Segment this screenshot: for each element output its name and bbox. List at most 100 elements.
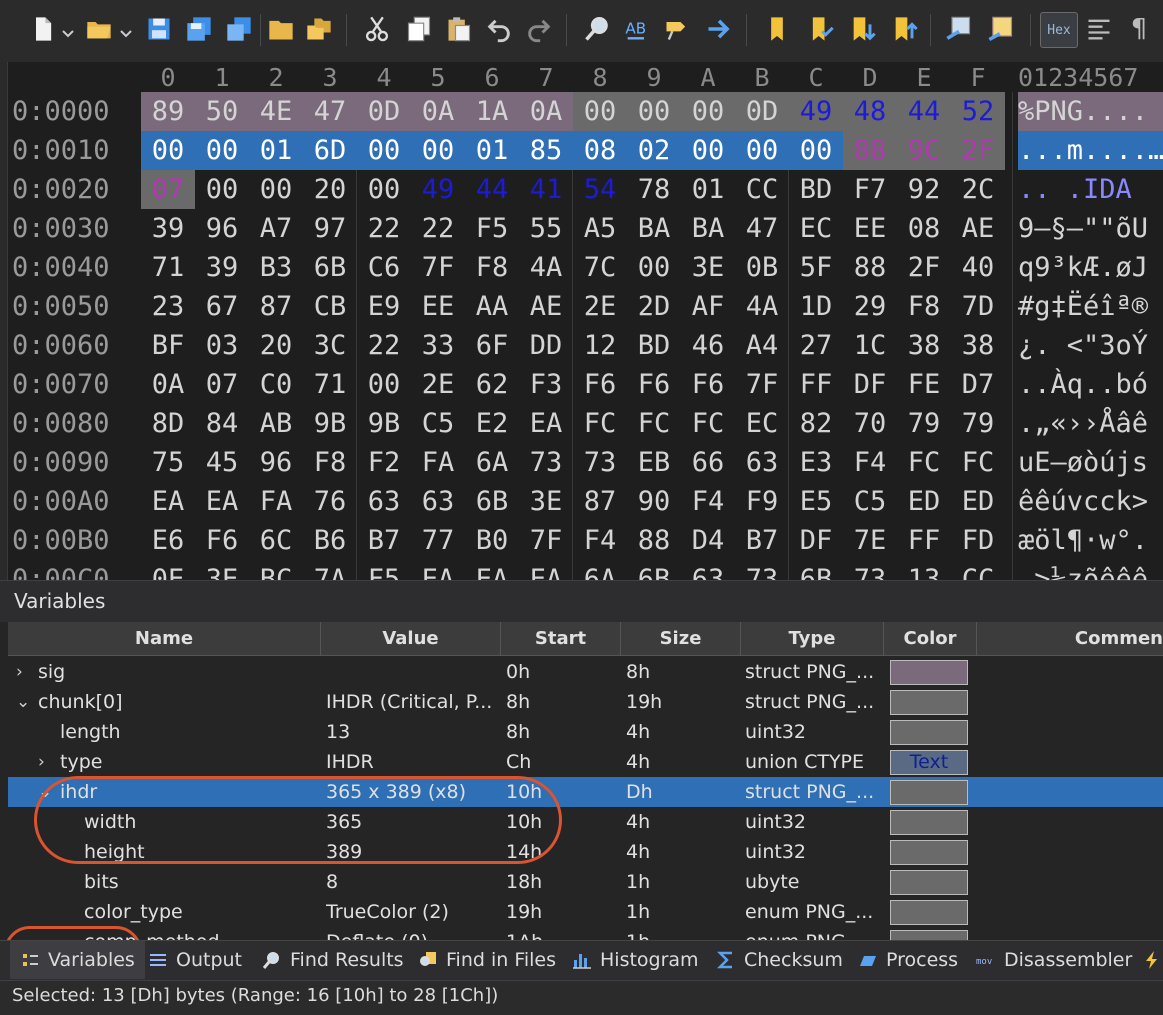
hex-byte[interactable]: E3 <box>789 443 843 482</box>
hex-byte[interactable]: 07 <box>141 170 195 209</box>
hex-byte[interactable]: 1A <box>465 92 519 131</box>
hex-byte[interactable]: 41 <box>519 170 573 209</box>
hex-byte[interactable]: 54 <box>573 170 627 209</box>
hex-byte[interactable]: 0D <box>357 92 411 131</box>
ascii-text[interactable]: æöl¶·w°. <box>1018 521 1163 560</box>
hex-byte[interactable]: 27 <box>789 326 843 365</box>
hex-byte[interactable]: A7 <box>249 209 303 248</box>
hex-byte[interactable]: 00 <box>357 131 411 170</box>
hex-byte[interactable]: 76 <box>303 482 357 521</box>
hex-byte[interactable]: 2C <box>951 170 1005 209</box>
hex-byte[interactable]: F5 <box>465 209 519 248</box>
hex-byte[interactable]: 7A <box>303 560 357 580</box>
hex-byte[interactable]: F6 <box>681 365 735 404</box>
hex-byte[interactable]: 01 <box>249 131 303 170</box>
hex-byte[interactable]: 45 <box>195 443 249 482</box>
hex-byte[interactable]: CC <box>735 170 789 209</box>
hex-byte[interactable]: 6A <box>573 560 627 580</box>
hex-byte[interactable]: 0A <box>519 92 573 131</box>
hex-byte[interactable]: 00 <box>735 131 789 170</box>
folder-icon[interactable] <box>264 12 298 46</box>
ascii-text[interactable]: 9–§—""õU <box>1018 209 1163 248</box>
hex-byte[interactable]: BD <box>789 170 843 209</box>
column-type[interactable]: Type <box>741 622 884 656</box>
tab-checksum[interactable]: Checksum <box>716 941 843 979</box>
tab-process[interactable]: Process <box>858 941 958 979</box>
hex-byte[interactable]: 73 <box>735 560 789 580</box>
color-swatch[interactable] <box>890 690 968 715</box>
chevron-right-icon[interactable]: › <box>38 747 45 777</box>
find-icon[interactable] <box>580 12 614 46</box>
ascii-text[interactable]: q9³kÆ.øJ <box>1018 248 1163 287</box>
hex-byte[interactable]: C5 <box>411 404 465 443</box>
ascii-text[interactable]: .>¼zõêêê <box>1018 560 1163 580</box>
variable-row-bits[interactable]: bits 8 18h 1h ubyte <box>8 867 1163 897</box>
hex-byte[interactable]: 6B <box>789 560 843 580</box>
hex-byte[interactable]: D4 <box>681 521 735 560</box>
hex-byte[interactable]: 79 <box>951 404 1005 443</box>
hex-byte[interactable]: DD <box>519 326 573 365</box>
column-comment[interactable]: Commen <box>977 622 1163 656</box>
hex-byte[interactable]: ED <box>951 482 1005 521</box>
hex-byte[interactable]: 08 <box>897 209 951 248</box>
hex-byte[interactable]: 92 <box>897 170 951 209</box>
ascii-text[interactable]: #g‡Ëéîª® <box>1018 287 1163 326</box>
hex-byte[interactable]: C0 <box>249 365 303 404</box>
hex-byte[interactable]: 77 <box>411 521 465 560</box>
tab-variables[interactable]: Variables <box>10 941 145 979</box>
color-swatch[interactable]: Text <box>890 750 968 775</box>
hex-byte[interactable]: 1D <box>789 287 843 326</box>
run-template-icon[interactable] <box>942 12 976 46</box>
hex-byte[interactable]: 00 <box>573 92 627 131</box>
tab-disassembler[interactable]: mov Disassembler <box>976 941 1132 979</box>
hex-byte[interactable]: EC <box>789 209 843 248</box>
hex-byte[interactable]: 52 <box>951 92 1005 131</box>
hex-byte[interactable]: 63 <box>681 560 735 580</box>
hex-byte[interactable]: 89 <box>141 92 195 131</box>
hex-byte[interactable]: EA <box>411 560 465 580</box>
hex-byte[interactable]: 63 <box>411 482 465 521</box>
tab-find-in-files[interactable]: Find in Files <box>418 941 556 979</box>
hex-byte[interactable]: 22 <box>357 326 411 365</box>
cut-icon[interactable] <box>360 12 394 46</box>
ascii-text[interactable]: ..Àq..bó <box>1018 365 1163 404</box>
hex-byte[interactable]: 88 <box>843 248 897 287</box>
ascii-text[interactable]: êêúvcck> <box>1018 482 1163 521</box>
hex-byte[interactable]: A5 <box>573 209 627 248</box>
hex-byte[interactable]: 67 <box>195 287 249 326</box>
hex-byte[interactable]: 00 <box>249 170 303 209</box>
paste-icon[interactable] <box>442 12 476 46</box>
hex-byte[interactable]: 79 <box>897 404 951 443</box>
variable-row-type[interactable]: › type IHDR Ch 4h union CTYPE Text <box>8 747 1163 777</box>
columns-icon[interactable] <box>1082 12 1116 46</box>
column-size[interactable]: Size <box>621 622 741 656</box>
hex-byte[interactable]: AE <box>951 209 1005 248</box>
hex-byte[interactable]: 00 <box>789 131 843 170</box>
show-whitespace-button[interactable]: ¶ <box>1122 12 1156 46</box>
hex-byte[interactable]: FC <box>951 443 1005 482</box>
hex-byte[interactable]: A4 <box>735 326 789 365</box>
hex-byte[interactable]: 12 <box>573 326 627 365</box>
hex-byte[interactable]: 1C <box>843 326 897 365</box>
bookmark-next-icon[interactable] <box>846 12 880 46</box>
hex-byte[interactable]: EB <box>627 443 681 482</box>
hex-byte[interactable]: 3E <box>519 482 573 521</box>
hex-byte[interactable]: E6 <box>141 521 195 560</box>
hex-byte[interactable]: F8 <box>897 287 951 326</box>
variable-row-length[interactable]: length 13 8h 4h uint32 <box>8 717 1163 747</box>
hex-byte[interactable]: DF <box>843 365 897 404</box>
ascii-text[interactable]: ¿. <"3oÝ <box>1018 326 1163 365</box>
hex-toggle-button[interactable]: Hex <box>1040 12 1078 48</box>
hex-byte[interactable]: 6F <box>465 326 519 365</box>
hex-byte[interactable]: 62 <box>465 365 519 404</box>
hex-byte[interactable]: 20 <box>303 170 357 209</box>
undo-icon[interactable] <box>482 12 516 46</box>
hex-byte[interactable]: FD <box>951 521 1005 560</box>
hex-byte[interactable]: FF <box>897 521 951 560</box>
hex-byte[interactable]: 84 <box>195 404 249 443</box>
hex-byte[interactable]: 48 <box>843 92 897 131</box>
hex-byte[interactable]: D7 <box>951 365 1005 404</box>
jump-arrow-icon[interactable] <box>702 12 736 46</box>
hex-byte[interactable]: 5F <box>789 248 843 287</box>
hex-byte[interactable]: 40 <box>951 248 1005 287</box>
